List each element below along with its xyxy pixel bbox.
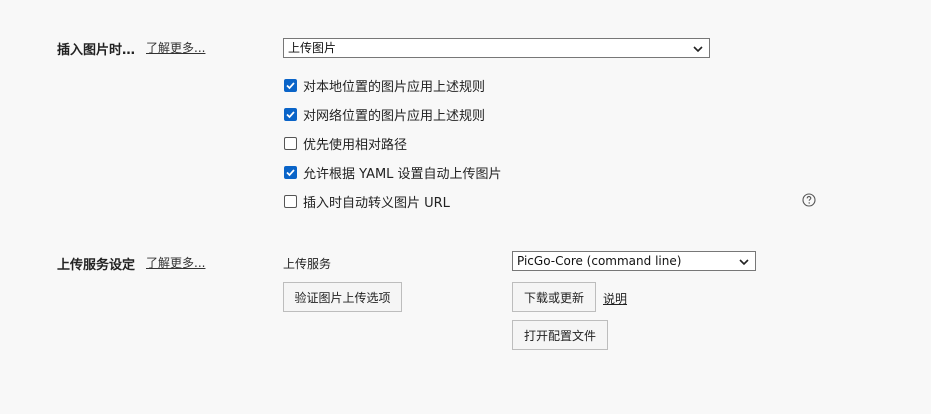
chevron-down-icon — [739, 259, 749, 266]
download-or-update-button[interactable]: 下载或更新 — [512, 282, 596, 312]
upload-service-learn-more-link[interactable]: 了解更多... — [146, 254, 205, 271]
upload-service-label: 上传服务 — [283, 257, 332, 271]
insert-image-title: 插入图片时… — [57, 43, 136, 58]
check-icon — [286, 110, 295, 118]
checkbox-unchecked[interactable] — [284, 194, 297, 208]
option-label: 对本地位置的图片应用上述规则 — [303, 79, 486, 95]
option-yaml-auto-upload[interactable]: 允许根据 YAML 设置自动上传图片 — [284, 164, 502, 182]
check-icon — [286, 81, 295, 89]
question-circle-icon[interactable] — [802, 193, 816, 207]
option-label: 对网络位置的图片应用上述规则 — [303, 108, 486, 124]
upload-service-title: 上传服务设定 — [57, 258, 136, 273]
checkbox-checked[interactable] — [284, 165, 297, 179]
option-escape-image-url[interactable]: 插入时自动转义图片 URL — [284, 193, 450, 211]
docs-link[interactable]: 说明 — [603, 290, 627, 307]
checkbox-checked[interactable] — [284, 78, 297, 92]
chevron-down-icon — [693, 46, 703, 53]
verify-upload-options-button[interactable]: 验证图片上传选项 — [283, 282, 402, 312]
option-label: 允许根据 YAML 设置自动上传图片 — [303, 166, 502, 182]
option-label: 插入时自动转义图片 URL — [303, 195, 450, 211]
upload-service-value: PicGo-Core (command line) — [517, 254, 682, 268]
check-icon — [286, 168, 295, 176]
checkbox-checked[interactable] — [284, 107, 297, 121]
open-config-file-button[interactable]: 打开配置文件 — [512, 320, 608, 350]
option-apply-local[interactable]: 对本地位置的图片应用上述规则 — [284, 77, 486, 95]
image-settings-page: 插入图片时… 了解更多... 上传图片 对本地位置的图片应用上述规则 对网络位置… — [0, 0, 931, 414]
option-label: 优先使用相对路径 — [303, 137, 408, 153]
checkbox-unchecked[interactable] — [284, 136, 297, 150]
insert-image-action-select[interactable]: 上传图片 — [283, 38, 710, 58]
insert-image-action-value: 上传图片 — [288, 41, 337, 55]
insert-image-learn-more-link[interactable]: 了解更多... — [146, 39, 205, 56]
upload-service-select[interactable]: PicGo-Core (command line) — [512, 251, 756, 271]
option-prefer-relative-path[interactable]: 优先使用相对路径 — [284, 135, 408, 153]
option-apply-network[interactable]: 对网络位置的图片应用上述规则 — [284, 106, 486, 124]
